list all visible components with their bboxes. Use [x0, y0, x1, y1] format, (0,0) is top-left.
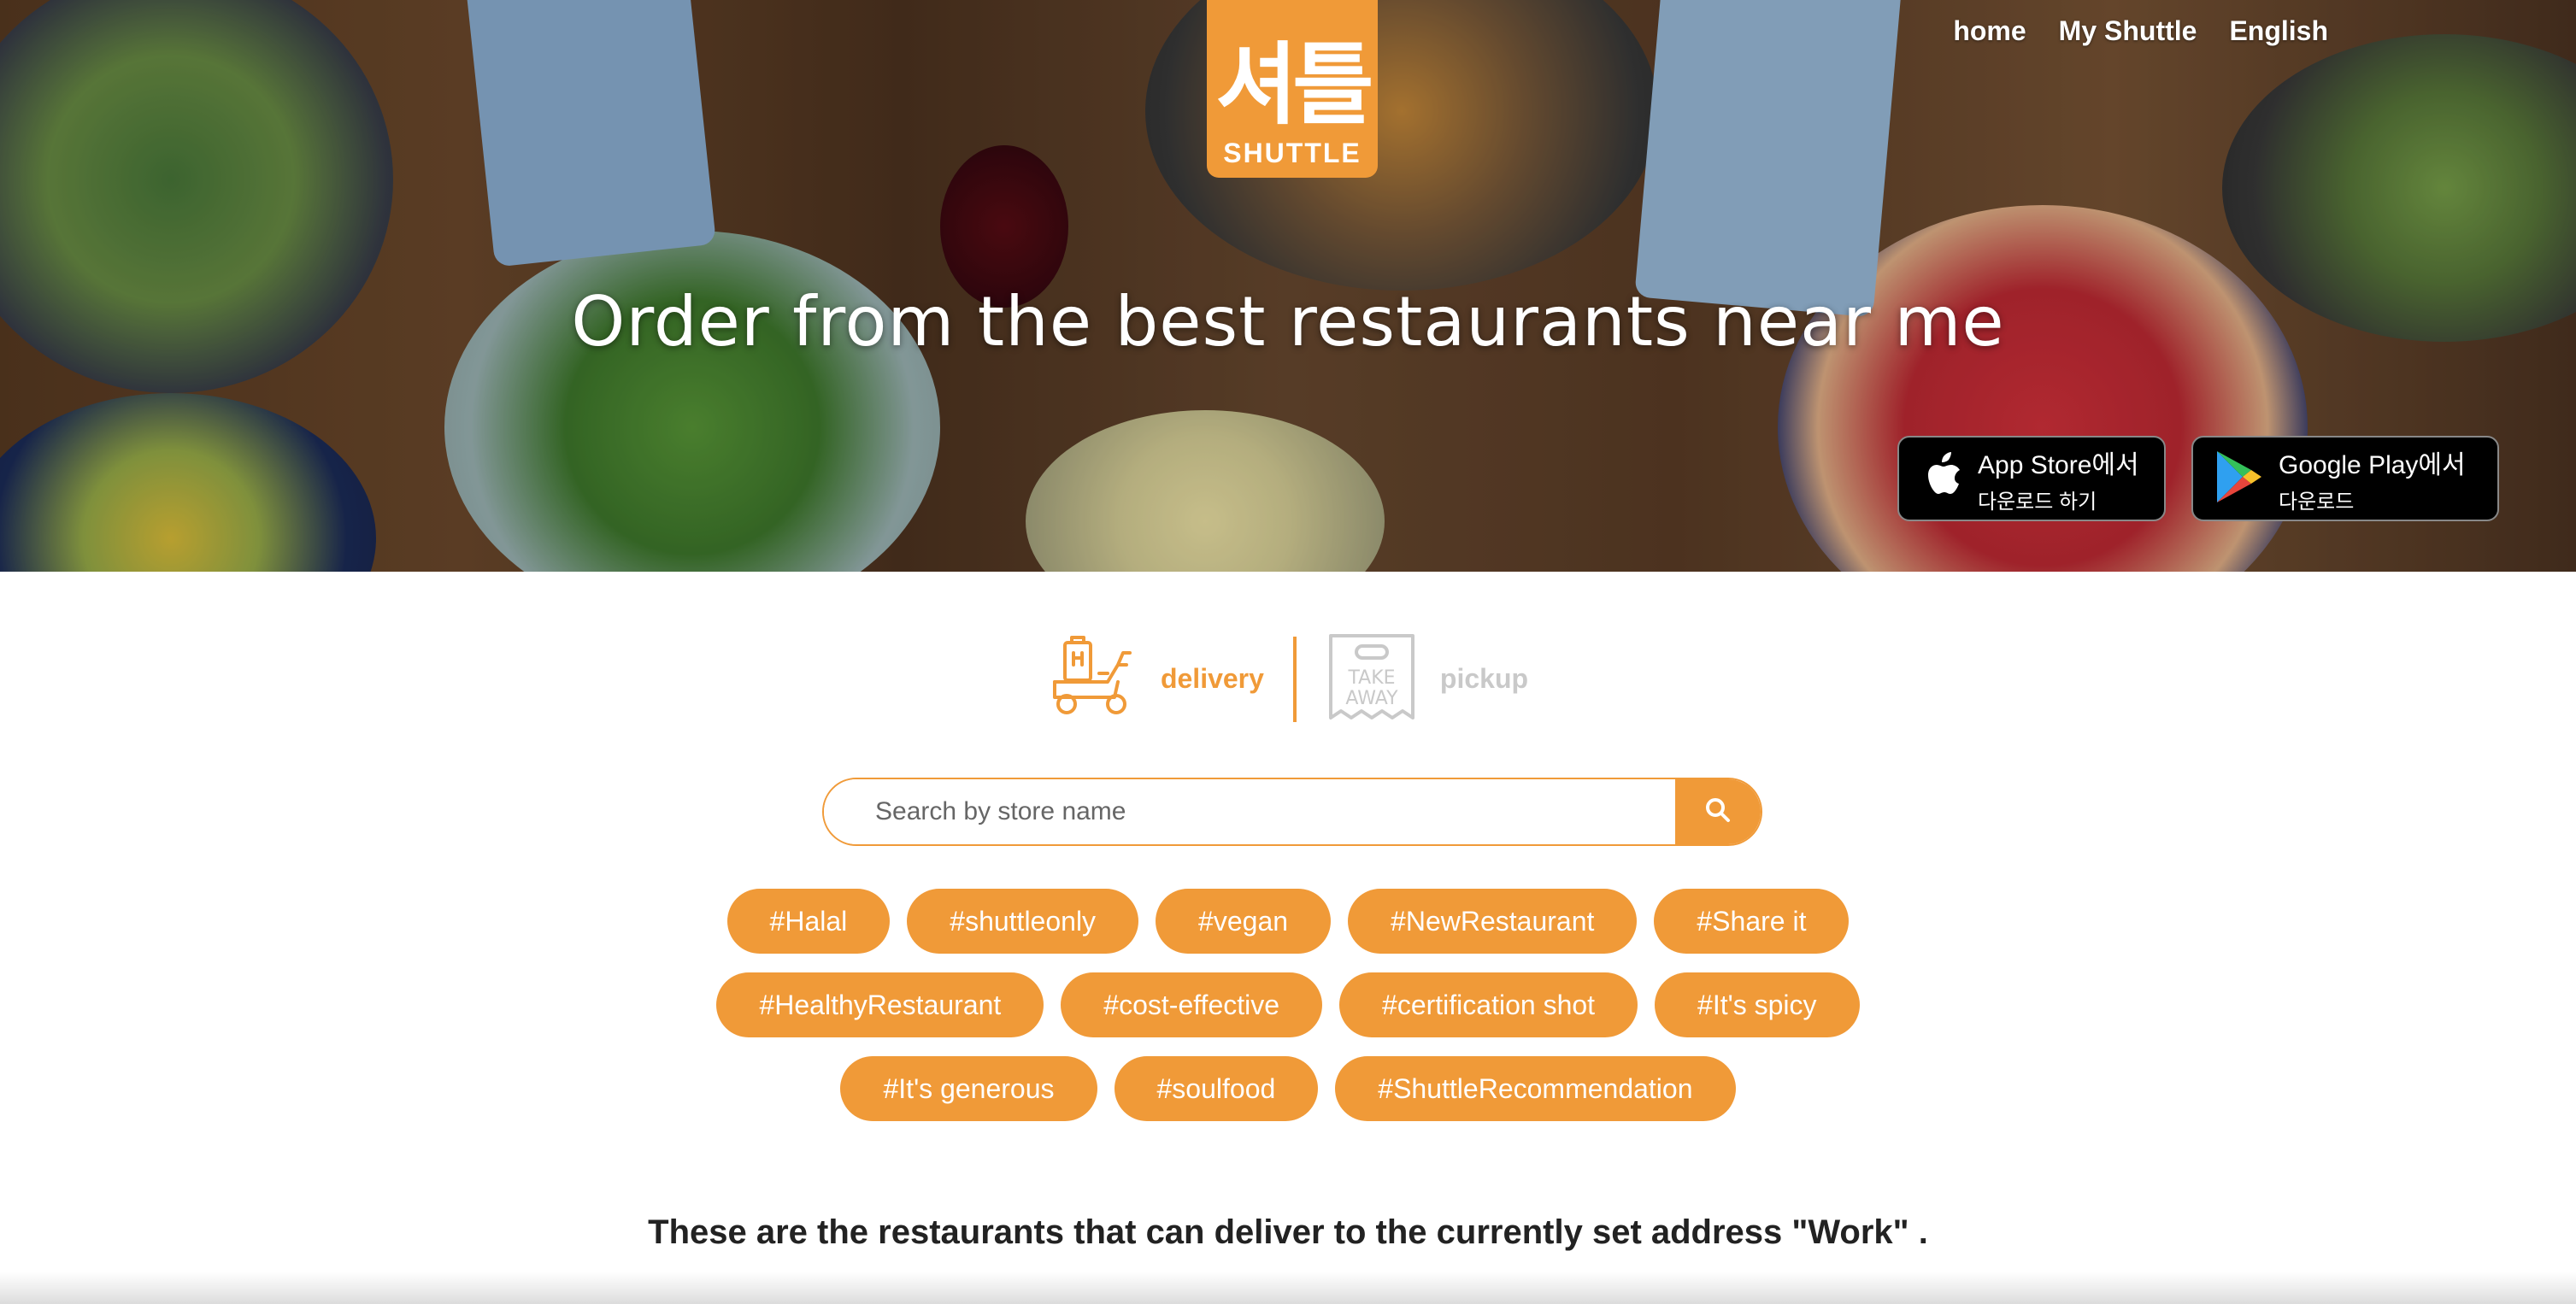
hashtag-chip[interactable]: #soulfood [1114, 1056, 1319, 1121]
hashtag-chip[interactable]: #NewRestaurant [1348, 889, 1638, 954]
takeaway-icon-text-bottom: AWAY [1345, 688, 1398, 709]
google-play-badge-line1: Google Play에서 [2279, 450, 2466, 479]
order-mode-toggle: delivery TAKE AWAY pickup [0, 632, 2576, 725]
google-play-icon [2214, 449, 2263, 508]
delivery-scooter-icon [1048, 632, 1137, 725]
hero-banner: 셔틀 SHUTTLE home My Shuttle English Order… [0, 0, 2576, 572]
hashtag-chip[interactable]: #It's spicy [1655, 972, 1860, 1037]
nav-home-link[interactable]: home [1953, 15, 2026, 47]
takeaway-bag-icon: TAKE AWAY [1327, 632, 1416, 725]
delivery-mode-label: delivery [1160, 663, 1264, 694]
hashtag-row: #It's generous #soulfood #ShuttleRecomme… [0, 1056, 2576, 1121]
hashtag-chip[interactable]: #HealthyRestaurant [716, 972, 1044, 1037]
store-search-input[interactable] [824, 779, 1675, 844]
logo-mark: 셔틀 [1215, 32, 1373, 137]
delivery-address-notice: These are the restaurants that can deliv… [648, 1213, 1928, 1251]
hashtag-chip[interactable]: #It's generous [840, 1056, 1097, 1121]
hashtag-row: #HealthyRestaurant #cost-effective #cert… [0, 972, 2576, 1037]
app-store-badge-line2: 다운로드 하기 [1978, 490, 2097, 514]
google-play-badge[interactable]: Google Play에서 다운로드 [2191, 436, 2499, 521]
shuttle-logo[interactable]: 셔틀 SHUTTLE [1207, 0, 1378, 178]
hashtag-chip[interactable]: #cost-effective [1061, 972, 1323, 1037]
app-store-badge-line1: App Store에서 [1978, 450, 2139, 479]
google-play-badge-line2: 다운로드 [2279, 490, 2355, 514]
logo-wordmark: SHUTTLE [1223, 138, 1362, 168]
search-button[interactable] [1675, 779, 1761, 844]
hashtag-chip[interactable]: #vegan [1156, 889, 1332, 954]
nav-language-link[interactable]: English [2229, 15, 2328, 47]
hero-title: Order from the best restaurants near me [571, 282, 2005, 361]
delivery-mode-button[interactable]: delivery [1048, 632, 1264, 725]
store-search-bar [822, 778, 1762, 846]
app-store-badge[interactable]: App Store에서 다운로드 하기 [1897, 436, 2166, 521]
hashtag-chip[interactable]: #Halal [726, 889, 891, 954]
top-navigation: home My Shuttle English [1953, 15, 2328, 47]
nav-my-shuttle-link[interactable]: My Shuttle [2059, 15, 2197, 47]
apple-icon [1920, 451, 1962, 507]
hashtag-row: #Halal #shuttleonly #vegan #NewRestauran… [0, 889, 2576, 954]
hashtag-chip[interactable]: #certification shot [1339, 972, 1638, 1037]
pickup-mode-button[interactable]: TAKE AWAY pickup [1327, 632, 1528, 725]
hashtag-chip[interactable]: #Share it [1654, 889, 1850, 954]
hashtag-chip[interactable]: #shuttleonly [907, 889, 1139, 954]
takeaway-icon-text-top: TAKE [1347, 667, 1395, 689]
pickup-mode-label: pickup [1439, 663, 1529, 694]
section-shadow [0, 1272, 2576, 1304]
mode-divider [1292, 636, 1297, 722]
search-icon [1704, 796, 1732, 828]
hashtag-chip[interactable]: #ShuttleRecommendation [1335, 1056, 1736, 1121]
